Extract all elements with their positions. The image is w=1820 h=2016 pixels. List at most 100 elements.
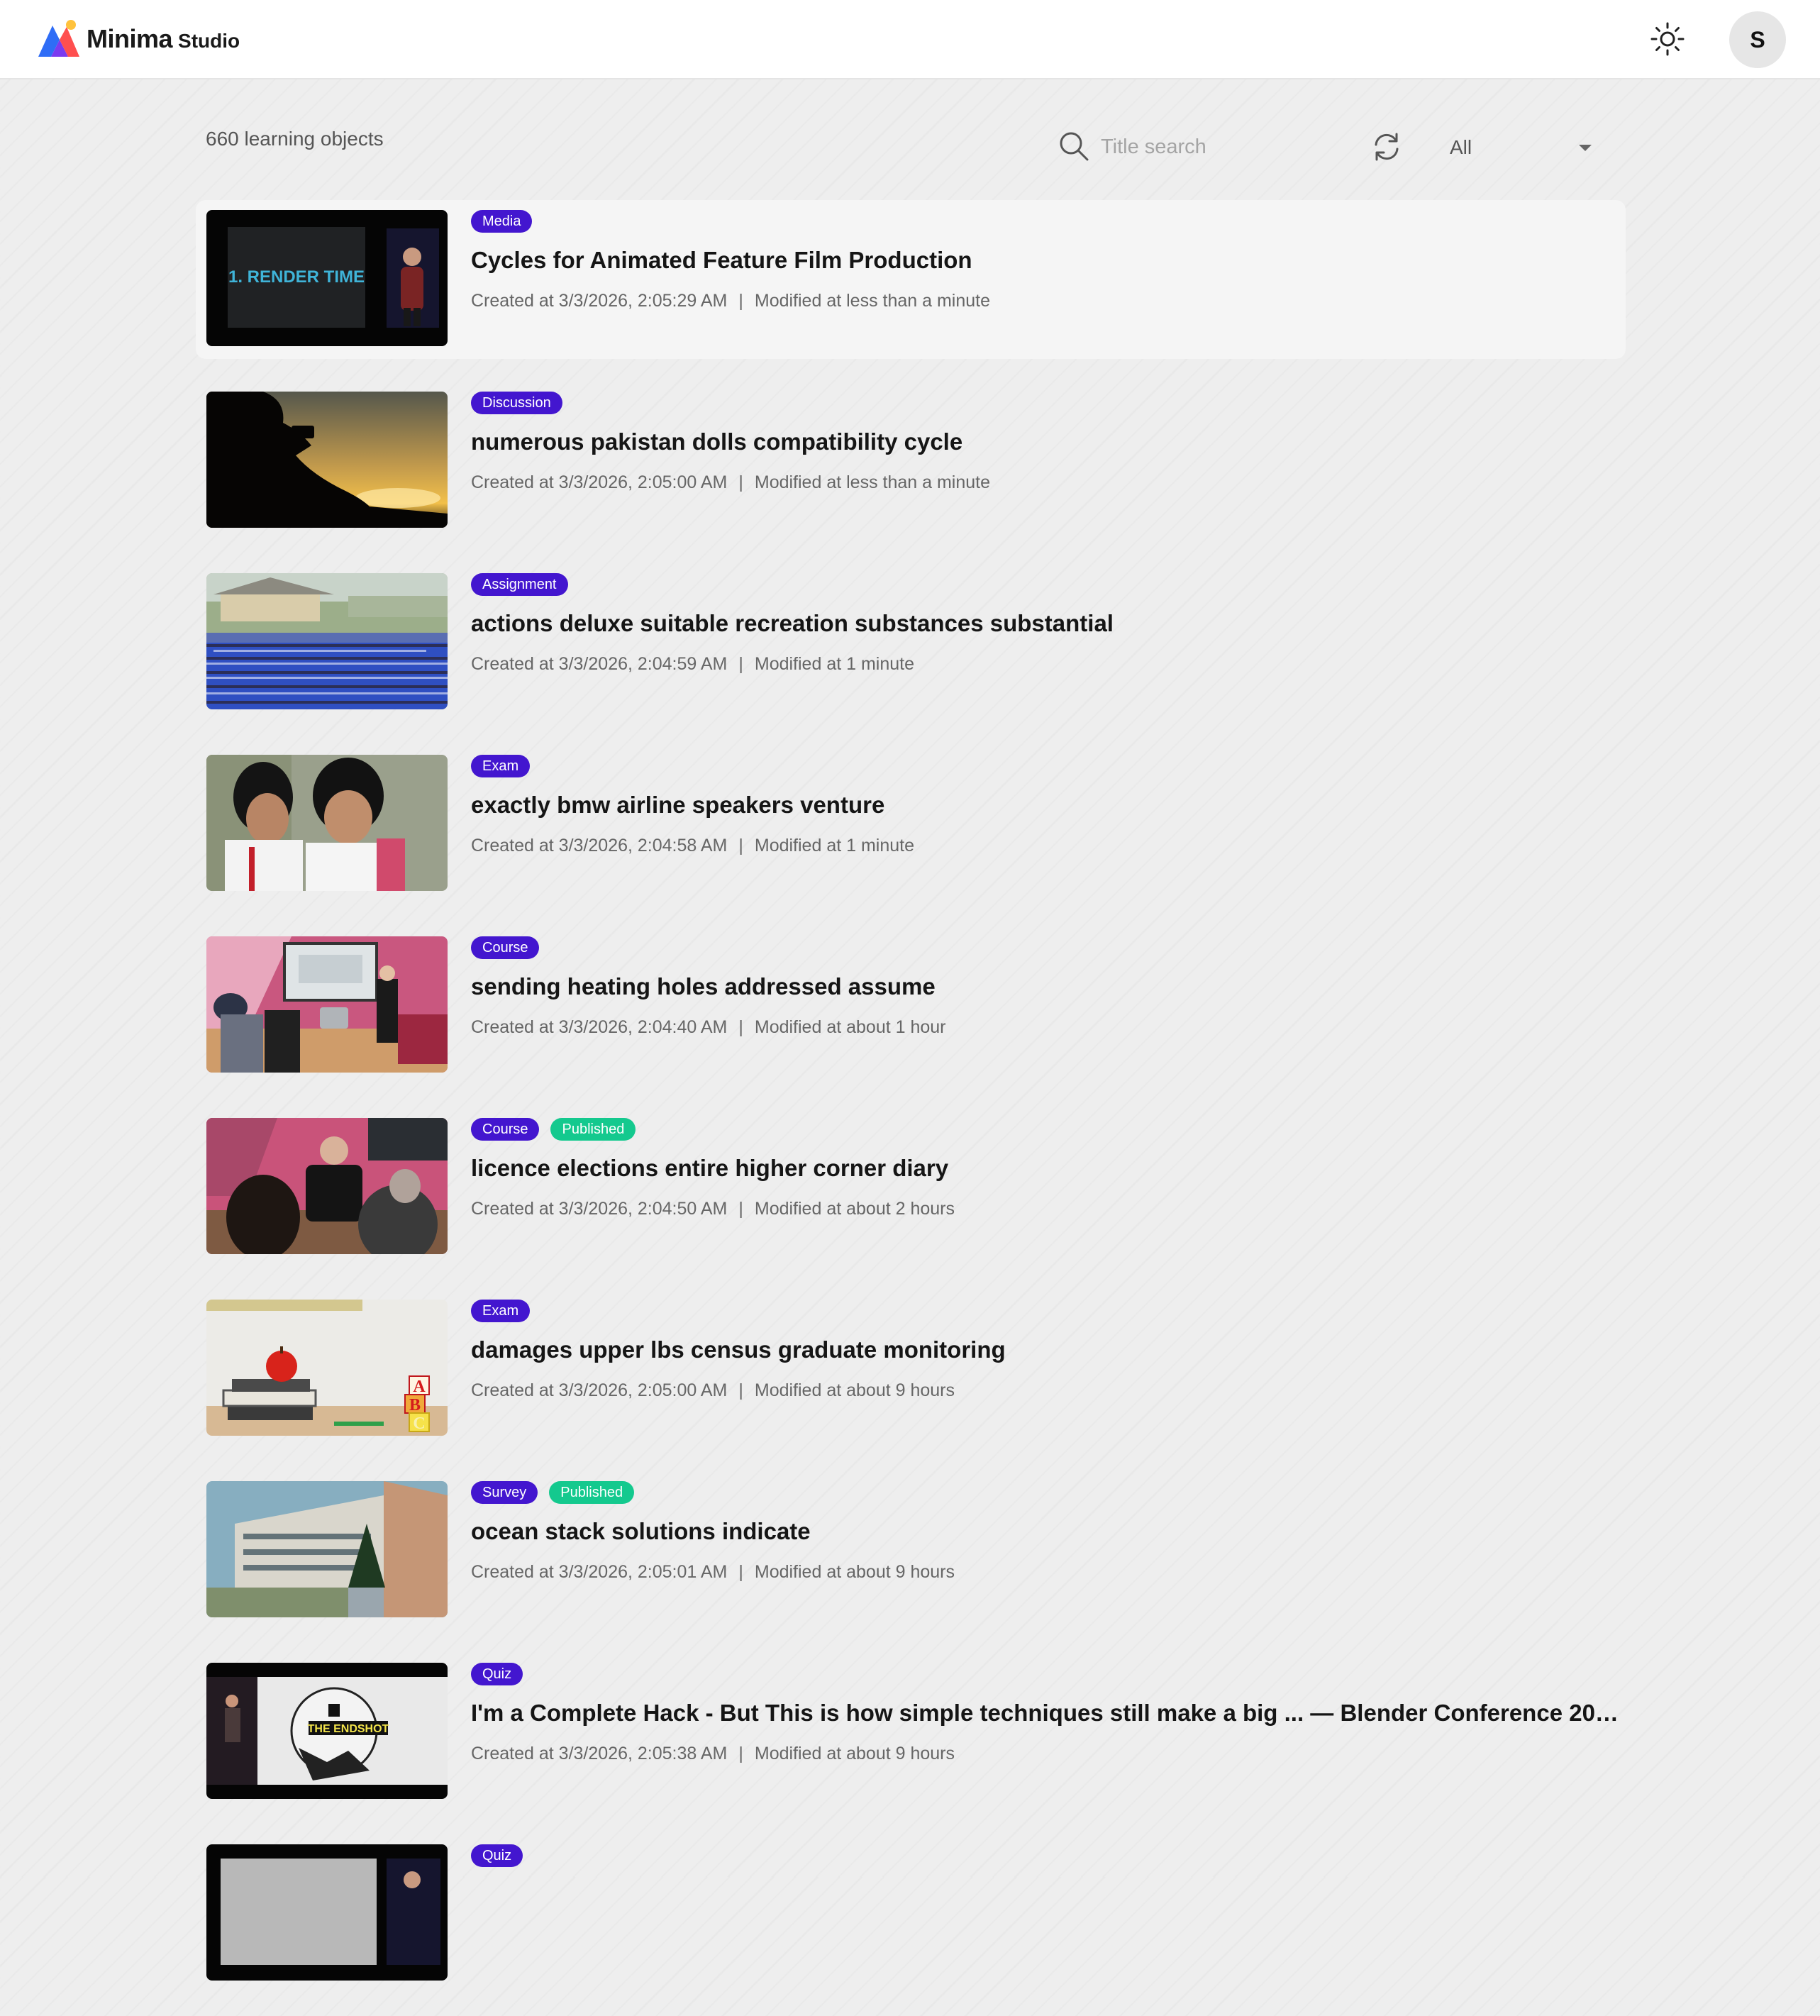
meta-separator: |	[738, 291, 743, 311]
type-tag: Media	[471, 210, 533, 233]
item-modified: Modified at about 9 hours	[754, 1744, 955, 1763]
theme-toggle-button[interactable]	[1650, 21, 1685, 57]
item-title[interactable]: exactly bmw airline speakers venture	[471, 792, 1623, 819]
search-icon	[1060, 132, 1089, 161]
item-created: Created at 3/3/2026, 2:05:00 AM	[471, 472, 728, 492]
list-item[interactable]: Discussion numerous pakistan dolls compa…	[196, 382, 1626, 541]
item-created: Created at 3/3/2026, 2:05:29 AM	[471, 291, 728, 311]
item-created: Created at 3/3/2026, 2:05:38 AM	[471, 1744, 728, 1763]
type-filter-select[interactable]: All	[1450, 128, 1592, 167]
item-modified: Modified at about 9 hours	[754, 1562, 955, 1582]
learning-object-list: 1. RENDER TIME Media Cycles for Animated…	[196, 200, 1626, 2016]
item-tags: Exam	[471, 755, 531, 777]
item-modified: Modified at less than a minute	[754, 291, 991, 311]
item-created: Created at 3/3/2026, 2:04:58 AM	[471, 836, 728, 855]
item-meta: Created at 3/3/2026, 2:04:40 AM | Modified…	[471, 1017, 946, 1038]
item-tags: Exam	[471, 1300, 531, 1322]
item-tags: Media	[471, 210, 533, 233]
item-title[interactable]: ocean stack solutions indicate	[471, 1518, 1623, 1545]
list-item[interactable]: Exam exactly bmw airline speakers ventur…	[196, 745, 1626, 904]
sun-icon	[1650, 22, 1685, 56]
item-thumbnail[interactable]	[206, 936, 448, 1073]
item-meta: Created at 3/3/2026, 2:05:00 AM | Modified…	[471, 472, 990, 493]
item-tags: Discussion	[471, 392, 562, 414]
item-tags: Assignment	[471, 573, 568, 596]
type-tag: Quiz	[471, 1844, 523, 1867]
meta-separator: |	[738, 1562, 743, 1582]
item-created: Created at 3/3/2026, 2:05:01 AM	[471, 1562, 728, 1582]
published-tag: Published	[549, 1481, 635, 1504]
meta-separator: |	[738, 1199, 743, 1219]
app-name: Minima	[87, 24, 173, 53]
type-tag: Exam	[471, 1300, 531, 1322]
item-title[interactable]: I'm a Complete Hack - But This is how si…	[471, 1700, 1623, 1727]
item-title[interactable]: damages upper lbs census graduate monito…	[471, 1336, 1623, 1363]
refresh-icon	[1375, 133, 1399, 161]
app-subname: Studio	[178, 30, 240, 52]
list-item[interactable]: A B C Exam damages upper lbs census grad…	[196, 1290, 1626, 1449]
type-tag: Quiz	[471, 1663, 523, 1685]
block-letter-c: C	[413, 1414, 425, 1433]
type-tag: Exam	[471, 755, 531, 777]
item-created: Created at 3/3/2026, 2:04:50 AM	[471, 1199, 728, 1219]
item-thumbnail[interactable]: A B C	[206, 1300, 448, 1436]
item-modified: Modified at about 1 hour	[754, 1017, 946, 1037]
item-modified: Modified at less than a minute	[754, 472, 991, 492]
type-tag: Survey	[471, 1481, 538, 1504]
item-modified: Modified at about 9 hours	[754, 1380, 955, 1400]
item-tags: Course	[471, 936, 540, 959]
caret-down-icon	[1579, 145, 1592, 151]
item-title[interactable]: actions deluxe suitable recreation subst…	[471, 610, 1623, 637]
title-search-input[interactable]	[1101, 129, 1356, 165]
list-item[interactable]: Course Published licence elections entir…	[196, 1108, 1626, 1267]
thumbnail-caption: 1. RENDER TIME	[228, 267, 365, 287]
item-created: Created at 3/3/2026, 2:04:40 AM	[471, 1017, 728, 1037]
list-item[interactable]: Assignment actions deluxe suitable recre…	[196, 563, 1626, 722]
item-created: Created at 3/3/2026, 2:04:59 AM	[471, 654, 728, 674]
item-thumbnail[interactable]	[206, 755, 448, 891]
list-item[interactable]: Quiz	[196, 1834, 1626, 1993]
item-title[interactable]: licence elections entire higher corner d…	[471, 1155, 1623, 1182]
type-filter-value: All	[1450, 136, 1472, 158]
list-item[interactable]: 1. RENDER TIME Media Cycles for Animated…	[196, 200, 1626, 359]
list-item[interactable]: Survey Published ocean stack solutions i…	[196, 1471, 1626, 1630]
type-tag: Assignment	[471, 573, 568, 596]
item-tags: Course Published	[471, 1118, 636, 1141]
item-thumbnail[interactable]: THE ENDSHOT	[206, 1663, 448, 1799]
meta-separator: |	[738, 472, 743, 492]
item-thumbnail[interactable]	[206, 392, 448, 528]
item-thumbnail[interactable]: 1. RENDER TIME	[206, 210, 448, 346]
item-tags: Quiz	[471, 1663, 523, 1685]
item-thumbnail[interactable]	[206, 1481, 448, 1617]
meta-separator: |	[738, 1017, 743, 1037]
item-meta: Created at 3/3/2026, 2:04:50 AM | Modified…	[471, 1199, 955, 1219]
item-meta: Created at 3/3/2026, 2:05:29 AM | Modified…	[471, 291, 990, 311]
item-title[interactable]: sending heating holes addressed assume	[471, 973, 1623, 1000]
item-meta: Created at 3/3/2026, 2:04:58 AM | Modified…	[471, 836, 914, 856]
type-tag: Course	[471, 1118, 540, 1141]
item-modified: Modified at 1 minute	[754, 654, 914, 674]
refresh-button[interactable]	[1370, 131, 1403, 163]
item-tags: Quiz	[471, 1844, 523, 1867]
list-item[interactable]: Course sending heating holes addressed a…	[196, 926, 1626, 1085]
item-title[interactable]: Cycles for Animated Feature Film Product…	[471, 247, 1623, 274]
user-avatar[interactable]: S	[1729, 11, 1786, 68]
block-letter-a: A	[413, 1378, 426, 1396]
item-thumbnail[interactable]	[206, 573, 448, 709]
list-item[interactable]: THE ENDSHOT Quiz I'm a Complete Hack - B…	[196, 1653, 1626, 1812]
learning-object-count: 660 learning objects	[206, 128, 384, 150]
item-meta: Created at 3/3/2026, 2:05:00 AM | Modified…	[471, 1380, 955, 1401]
meta-separator: |	[738, 654, 743, 674]
item-title[interactable]: numerous pakistan dolls compatibility cy…	[471, 428, 1623, 455]
app-logo[interactable]: Minima Studio	[35, 18, 240, 60]
item-tags: Survey Published	[471, 1481, 635, 1504]
item-thumbnail[interactable]	[206, 1118, 448, 1254]
item-created: Created at 3/3/2026, 2:05:00 AM	[471, 1380, 728, 1400]
item-thumbnail[interactable]	[206, 1844, 448, 1981]
thumbnail-caption: THE ENDSHOT	[308, 1723, 389, 1735]
item-modified: Modified at about 2 hours	[754, 1199, 955, 1219]
meta-separator: |	[738, 1380, 743, 1400]
meta-separator: |	[738, 1744, 743, 1763]
type-tag: Course	[471, 936, 540, 959]
item-meta: Created at 3/3/2026, 2:05:38 AM | Modified…	[471, 1744, 955, 1764]
